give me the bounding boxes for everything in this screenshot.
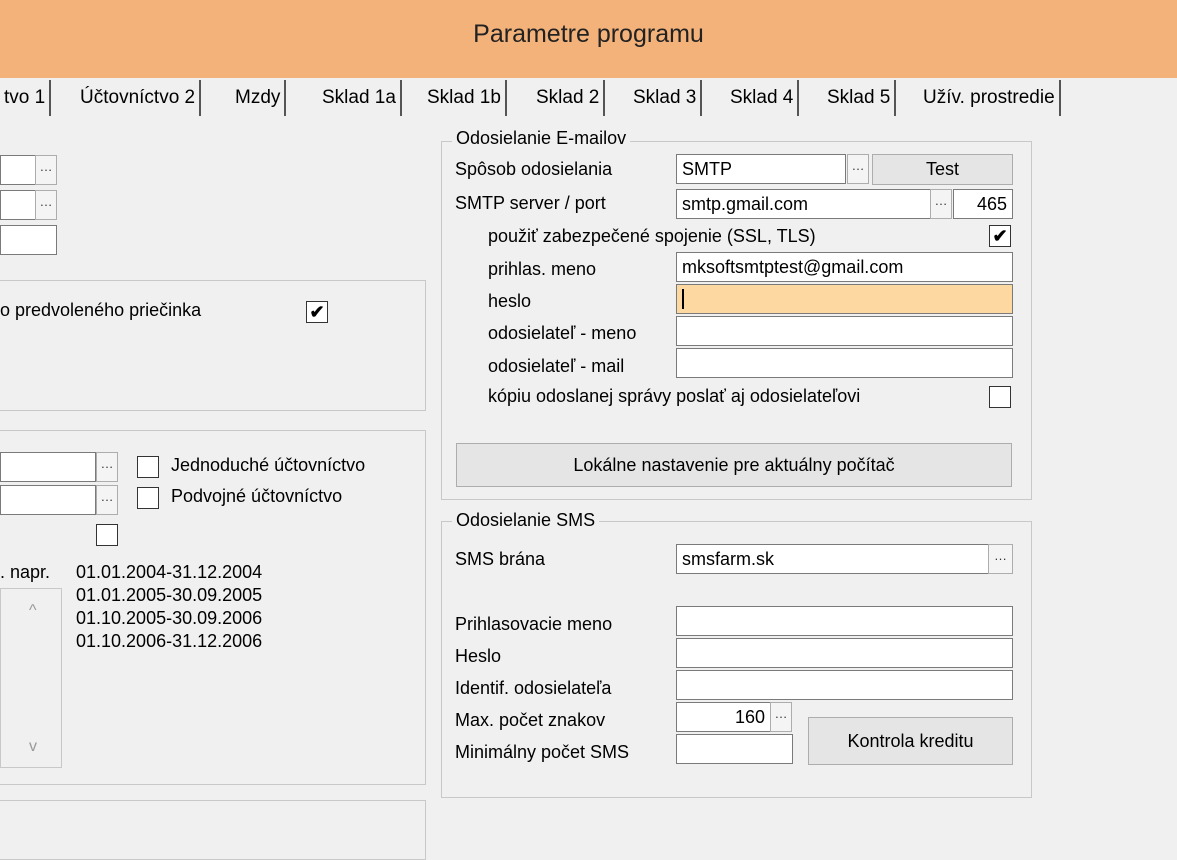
email-group-legend: Odosielanie E-mailov — [452, 128, 631, 149]
smtp-port-field[interactable]: 465 — [953, 189, 1013, 219]
sms-sender-label: Identif. odosielateľa — [455, 678, 612, 698]
smtp-server-ellipsis-button[interactable]: … — [930, 189, 952, 219]
double-accounting-label: Podvojné účtovníctvo — [171, 486, 343, 506]
sms-max-chars-ellipsis-button[interactable]: … — [770, 702, 792, 732]
sms-min-count-label: Minimálny počet SMS — [455, 742, 630, 762]
tab-uziv-prostredie[interactable]: Užív. prostredie — [919, 80, 1061, 116]
period-item: 01.10.2005-30.09.2006 — [76, 608, 263, 628]
text-caret — [682, 289, 684, 309]
sms-min-count-field[interactable] — [676, 734, 793, 764]
send-method-field[interactable]: SMTP — [676, 154, 846, 184]
tab-uctovnictvo-2[interactable]: Účtovníctvo 2 — [76, 80, 202, 116]
login-label: prihlas. meno — [488, 259, 597, 279]
login-field[interactable]: mksoftsmtptest@gmail.com — [676, 252, 1013, 282]
left-field-1[interactable] — [0, 155, 36, 185]
default-folder-checkbox[interactable]: ✔ — [306, 301, 328, 323]
scroll-down-icon[interactable]: v — [29, 738, 37, 756]
smtp-server-field[interactable]: smtp.gmail.com — [676, 189, 931, 219]
title-bar: Parametre programu — [0, 0, 1177, 78]
copy-to-sender-checkbox[interactable] — [989, 386, 1011, 408]
send-method-label: Spôsob odosielania — [455, 159, 613, 179]
left-bottom-group — [0, 800, 426, 860]
left-field-2-ellipsis-button[interactable]: … — [35, 190, 57, 220]
sms-login-field[interactable] — [676, 606, 1013, 636]
sms-sender-field[interactable] — [676, 670, 1013, 700]
check-credit-button[interactable]: Kontrola kreditu — [808, 717, 1013, 765]
left-accounting-field-1-ellipsis-button[interactable]: … — [96, 452, 118, 482]
send-method-ellipsis-button[interactable]: … — [847, 154, 869, 184]
copy-to-sender-label: kópiu odoslanej správy poslať aj odosiel… — [488, 386, 861, 406]
period-item: 01.01.2005-30.09.2005 — [76, 585, 263, 605]
local-settings-button[interactable]: Lokálne nastavenie pre aktuálny počítač — [456, 443, 1012, 487]
tab-sklad-2[interactable]: Sklad 2 — [532, 80, 606, 116]
tab-sklad-3[interactable]: Sklad 3 — [629, 80, 703, 116]
test-button[interactable]: Test — [872, 154, 1013, 185]
periods-example-prefix: . napr. — [0, 562, 51, 582]
sms-gateway-field[interactable]: smsfarm.sk — [676, 544, 989, 574]
sender-name-field[interactable] — [676, 316, 1013, 346]
sender-mail-label: odosielateľ - mail — [488, 356, 625, 376]
left-field-3[interactable] — [0, 225, 57, 255]
sms-login-label: Prihlasovacie meno — [455, 614, 613, 634]
simple-accounting-checkbox[interactable] — [137, 456, 159, 478]
password-label: heslo — [488, 291, 532, 311]
left-accounting-field-2-ellipsis-button[interactable]: … — [96, 485, 118, 515]
tab-mzdy[interactable]: Mzdy — [231, 80, 287, 116]
sms-group-legend: Odosielanie SMS — [452, 510, 600, 531]
simple-accounting-label: Jednoduché účtovníctvo — [171, 455, 366, 475]
ssl-label: použiť zabezpečené spojenie (SSL, TLS) — [488, 226, 816, 246]
left-accounting-field-1[interactable] — [0, 452, 96, 482]
double-accounting-checkbox[interactable] — [137, 487, 159, 509]
sender-name-label: odosielateľ - meno — [488, 323, 637, 343]
sms-max-chars-field[interactable]: 160 — [676, 702, 771, 732]
tab-sklad-4[interactable]: Sklad 4 — [726, 80, 800, 116]
period-item: 01.01.2004-31.12.2004 — [76, 562, 263, 582]
left-field-2[interactable] — [0, 190, 36, 220]
tab-uctovnictvo-1[interactable]: tvo 1 — [0, 80, 52, 116]
password-field[interactable] — [676, 284, 1013, 314]
sms-max-chars-label: Max. počet znakov — [455, 710, 606, 730]
tab-sklad-1a[interactable]: Sklad 1a — [318, 80, 402, 116]
period-item: 01.10.2006-31.12.2006 — [76, 631, 263, 651]
scroll-up-icon[interactable]: ^ — [29, 602, 37, 620]
window-title: Parametre programu — [473, 20, 704, 48]
smtp-server-label: SMTP server / port — [455, 193, 606, 213]
ssl-checkbox[interactable]: ✔ — [989, 225, 1011, 247]
left-accounting-field-2[interactable] — [0, 485, 96, 515]
tab-sklad-5[interactable]: Sklad 5 — [823, 80, 897, 116]
sms-gateway-ellipsis-button[interactable]: … — [988, 544, 1013, 574]
sms-gateway-label: SMS brána — [455, 549, 546, 569]
default-folder-label: o predvoleného priečinka — [0, 300, 202, 320]
tab-sklad-1b[interactable]: Sklad 1b — [423, 80, 507, 116]
sms-password-label: Heslo — [455, 646, 502, 666]
sms-password-field[interactable] — [676, 638, 1013, 668]
sender-mail-field[interactable] — [676, 348, 1013, 378]
accounting-option-checkbox[interactable] — [96, 524, 118, 546]
periods-example-list: 01.01.2004-31.12.2004 01.01.2005-30.09.2… — [76, 562, 262, 654]
left-field-1-ellipsis-button[interactable]: … — [35, 155, 57, 185]
